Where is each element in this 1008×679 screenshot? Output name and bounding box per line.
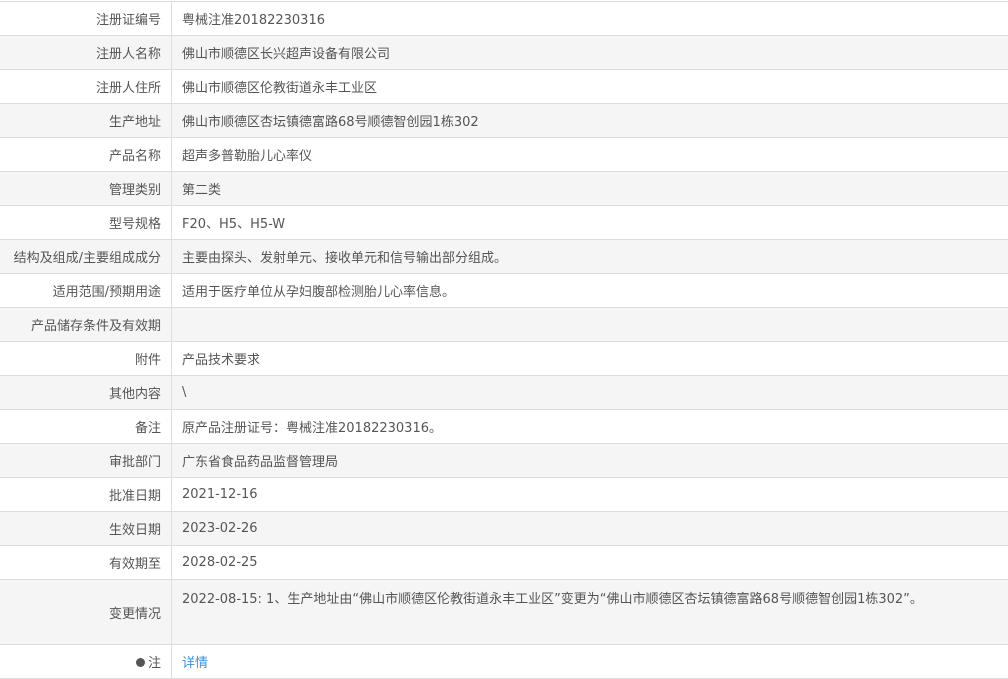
table-row: 附件产品技术要求: [0, 342, 1008, 376]
table-row: 适用范围/预期用途适用于医疗单位从孕妇腹部检测胎儿心率信息。: [0, 274, 1008, 308]
field-value: \: [172, 376, 1008, 410]
field-label: 注册人名称: [0, 36, 172, 70]
field-label: 附件: [0, 342, 172, 376]
registration-detail-table: 注册证编号粤械注准20182230316注册人名称佛山市顺德区长兴超声设备有限公…: [0, 1, 1008, 679]
table-row: 备注原产品注册证号：粤械注准20182230316。: [0, 410, 1008, 444]
table-row: 批准日期2021-12-16: [0, 478, 1008, 512]
details-link[interactable]: 详情: [182, 656, 208, 671]
field-label: 生效日期: [0, 512, 172, 546]
field-value: 超声多普勒胎儿心率仪: [172, 138, 1008, 172]
field-value: 第二类: [172, 172, 1008, 206]
table-row: 生产地址佛山市顺德区杏坛镇德富路68号顺德智创园1栋302: [0, 104, 1008, 138]
table-row: 结构及组成/主要组成成分主要由探头、发射单元、接收单元和信号输出部分组成。: [0, 240, 1008, 274]
field-value: 2028-02-25: [172, 546, 1008, 580]
table-row: 注册证编号粤械注准20182230316: [0, 2, 1008, 36]
field-value: 产品技术要求: [172, 342, 1008, 376]
field-value: 2021-12-16: [172, 478, 1008, 512]
field-label: 其他内容: [0, 376, 172, 410]
field-value: 2022-08-15: 1、生产地址由“佛山市顺德区伦教街道永丰工业区”变更为“…: [172, 580, 1008, 645]
field-label: 注: [0, 645, 172, 679]
table-row: 管理类别第二类: [0, 172, 1008, 206]
field-label: 审批部门: [0, 444, 172, 478]
table-row: 注册人住所佛山市顺德区伦教街道永丰工业区: [0, 70, 1008, 104]
field-value: 佛山市顺德区杏坛镇德富路68号顺德智创园1栋302: [172, 104, 1008, 138]
field-value: 原产品注册证号：粤械注准20182230316。: [172, 410, 1008, 444]
table-row: 注册人名称佛山市顺德区长兴超声设备有限公司: [0, 36, 1008, 70]
bullet-icon: [136, 658, 145, 667]
field-label: 注册人住所: [0, 70, 172, 104]
field-label: 产品名称: [0, 138, 172, 172]
field-label: 批准日期: [0, 478, 172, 512]
table-row: 其他内容\: [0, 376, 1008, 410]
table-row: 审批部门广东省食品药品监督管理局: [0, 444, 1008, 478]
note-label: 注: [148, 656, 161, 671]
field-value: [172, 308, 1008, 342]
table-row: 生效日期2023-02-26: [0, 512, 1008, 546]
field-label: 变更情况: [0, 580, 172, 645]
field-value: 广东省食品药品监督管理局: [172, 444, 1008, 478]
table-row: 有效期至2028-02-25: [0, 546, 1008, 580]
field-label: 适用范围/预期用途: [0, 274, 172, 308]
field-label: 生产地址: [0, 104, 172, 138]
field-value: 粤械注准20182230316: [172, 2, 1008, 36]
field-value: 佛山市顺德区长兴超声设备有限公司: [172, 36, 1008, 70]
field-label: 型号规格: [0, 206, 172, 240]
field-value: 2023-02-26: [172, 512, 1008, 546]
table-row: 产品名称超声多普勒胎儿心率仪: [0, 138, 1008, 172]
field-label: 管理类别: [0, 172, 172, 206]
field-value: F20、H5、H5-W: [172, 206, 1008, 240]
table-row: 变更情况2022-08-15: 1、生产地址由“佛山市顺德区伦教街道永丰工业区”…: [0, 580, 1008, 645]
field-label: 结构及组成/主要组成成分: [0, 240, 172, 274]
field-value: 主要由探头、发射单元、接收单元和信号输出部分组成。: [172, 240, 1008, 274]
note-row: 注 详情: [0, 645, 1008, 679]
field-label: 有效期至: [0, 546, 172, 580]
field-label: 备注: [0, 410, 172, 444]
table-row: 型号规格F20、H5、H5-W: [0, 206, 1008, 240]
field-value: 适用于医疗单位从孕妇腹部检测胎儿心率信息。: [172, 274, 1008, 308]
field-label: 注册证编号: [0, 2, 172, 36]
field-value: 佛山市顺德区伦教街道永丰工业区: [172, 70, 1008, 104]
table-row: 产品储存条件及有效期: [0, 308, 1008, 342]
field-label: 产品储存条件及有效期: [0, 308, 172, 342]
